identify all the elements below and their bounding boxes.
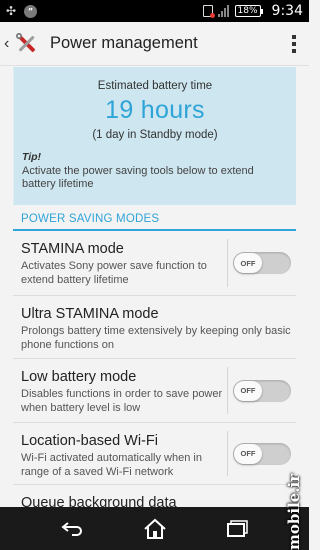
- settings-list[interactable]: Estimated battery time 19 hours (1 day i…: [0, 67, 309, 507]
- low-battery-mode-toggle[interactable]: OFF: [233, 379, 291, 402]
- back-button[interactable]: [52, 514, 92, 544]
- setting-title: Queue background data: [21, 495, 177, 507]
- status-system: 18% 9:34: [202, 3, 303, 19]
- setting-low-battery-mode[interactable]: Low battery mode Disables functions in o…: [13, 359, 296, 423]
- setting-stamina-mode[interactable]: STAMINA mode Activates Sony power save f…: [13, 231, 296, 296]
- recent-apps-button[interactable]: [218, 514, 258, 544]
- section-header: POWER SAVING MODES: [13, 205, 296, 231]
- recent-apps-icon: [226, 519, 248, 537]
- hangouts-icon: ”: [24, 4, 38, 18]
- clock: 9:34: [271, 3, 303, 19]
- setting-summary: Wi-Fi activated automatically when in ra…: [21, 452, 202, 478]
- setting-title: STAMINA mode: [21, 241, 124, 257]
- watermark: mobile.ir: [285, 473, 303, 550]
- toggle-state: OFF: [234, 443, 262, 464]
- overflow-dot-icon: [292, 41, 296, 46]
- tip-label: Tip!: [22, 151, 42, 163]
- overflow-menu-button[interactable]: [279, 22, 309, 66]
- home-icon: [143, 518, 166, 539]
- setting-title: Location-based Wi-Fi: [21, 433, 158, 449]
- tip-text: Activate the power saving tools below to…: [22, 165, 254, 190]
- toggle-state: OFF: [234, 380, 262, 401]
- estimate-hours: 19 hours: [105, 96, 205, 124]
- no-sim-icon: [202, 5, 215, 18]
- stamina-mode-toggle[interactable]: OFF: [233, 252, 291, 274]
- setting-title: Low battery mode: [21, 369, 137, 385]
- setting-ultra-stamina-mode[interactable]: Ultra STAMINA mode Prolongs battery time…: [13, 296, 296, 359]
- overflow-dot-icon: [292, 48, 296, 53]
- up-navigation-icon[interactable]: ‹: [4, 35, 12, 53]
- toggle-state: OFF: [234, 253, 262, 273]
- location-wifi-toggle[interactable]: OFF: [233, 442, 291, 465]
- back-arrow-icon: [60, 521, 82, 536]
- setting-summary: Disables functions in order to save powe…: [21, 388, 223, 414]
- usb-debug-icon: ✣: [6, 4, 17, 18]
- tools-app-icon[interactable]: [14, 31, 40, 57]
- status-notifications: ✣ ”: [6, 4, 38, 18]
- battery-level: 18%: [234, 5, 263, 17]
- estimate-label: Estimated battery time: [97, 80, 213, 92]
- section-header-label: POWER SAVING MODES: [21, 213, 160, 225]
- setting-title: Ultra STAMINA mode: [21, 306, 159, 322]
- status-bar: ✣ ” 18% 9:34: [0, 0, 309, 22]
- overflow-dot-icon: [292, 34, 296, 39]
- setting-queue-background-data[interactable]: Queue background data: [13, 485, 296, 507]
- signal-icon: [217, 5, 230, 17]
- page-title: Power management: [50, 34, 198, 52]
- standby-estimate: (1 day in Standby mode): [92, 129, 218, 141]
- navigation-bar: [0, 507, 309, 550]
- home-button[interactable]: [135, 514, 175, 544]
- battery-estimate-card: Estimated battery time 19 hours (1 day i…: [13, 67, 296, 205]
- setting-summary: Activates Sony power save function to ex…: [21, 260, 207, 286]
- action-bar: ‹ Power management: [0, 22, 309, 66]
- setting-summary: Prolongs battery time extensively by kee…: [21, 325, 291, 351]
- setting-location-based-wifi[interactable]: Location-based Wi-Fi Wi-Fi activated aut…: [13, 423, 296, 485]
